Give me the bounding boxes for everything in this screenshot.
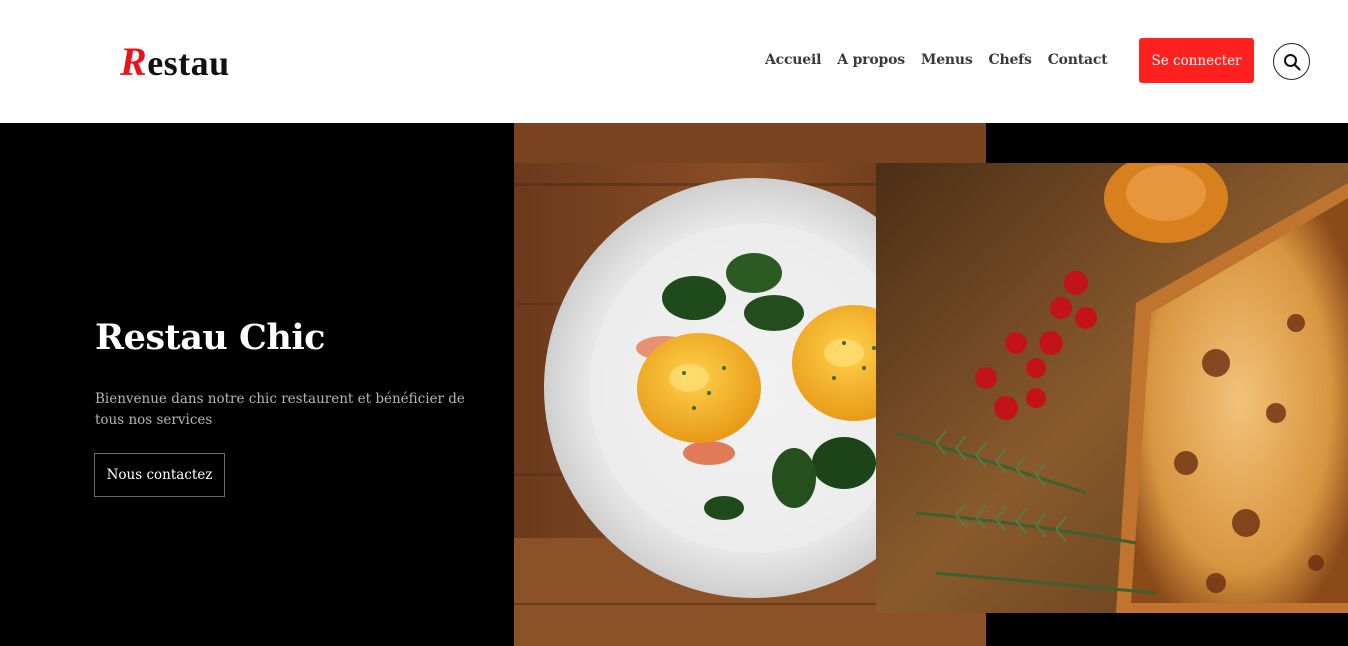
pizza-image xyxy=(876,163,1348,613)
logo-initial: R xyxy=(120,39,148,84)
nav-link-contact[interactable]: Contact xyxy=(1048,52,1108,68)
nav-link-accueil[interactable]: Accueil xyxy=(765,52,821,68)
hero-section: Restau Chic Bienvenue dans notre chic re… xyxy=(0,123,1348,646)
login-button[interactable]: Se connecter xyxy=(1139,38,1254,83)
hero-title: Restau Chic xyxy=(95,317,325,358)
search-icon xyxy=(1283,53,1301,71)
nav-link-a-propos[interactable]: A propos xyxy=(837,52,905,68)
contact-button[interactable]: Nous contactez xyxy=(94,453,225,497)
nav-link-menus[interactable]: Menus xyxy=(921,52,973,68)
logo-text: estau xyxy=(147,43,230,83)
site-header: Restau Accueil A propos Menus Chefs Cont… xyxy=(0,0,1348,123)
logo[interactable]: Restau xyxy=(120,40,230,85)
search-button[interactable] xyxy=(1273,43,1310,80)
main-nav: Accueil A propos Menus Chefs Contact xyxy=(765,52,1108,68)
hero-description: Bienvenue dans notre chic restaurent et … xyxy=(95,391,465,428)
nav-link-chefs[interactable]: Chefs xyxy=(989,52,1032,68)
